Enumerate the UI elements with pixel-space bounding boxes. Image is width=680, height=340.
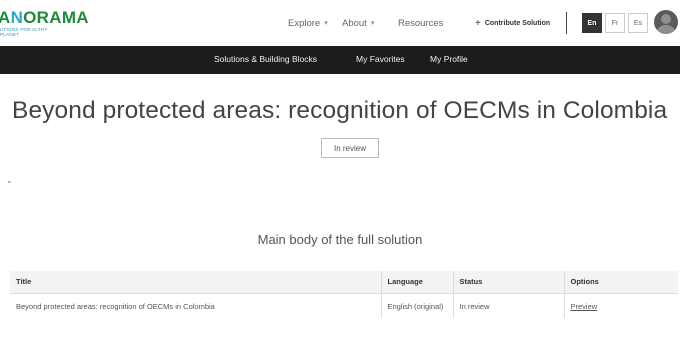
- row-title: Beyond protected areas: recognition of O…: [10, 293, 382, 318]
- panorama-logo[interactable]: ANORAMA UTIONS FOR ALTHY PLANET: [0, 6, 110, 40]
- secondary-nav: Solutions & Building Blocks My Favorites…: [0, 46, 680, 74]
- subnav-profile-link[interactable]: My Profile: [430, 54, 468, 64]
- nav-explore-label: Explore: [288, 17, 321, 29]
- language-es-button[interactable]: Es: [628, 13, 648, 33]
- nav-explore[interactable]: Explore ▾: [288, 14, 328, 32]
- versions-table: Title Language Status Options Beyond pro…: [10, 271, 678, 318]
- table-header-row: Title Language Status Options: [10, 271, 678, 294]
- logo-wordmark: ANORAMA: [0, 8, 89, 27]
- language-fr-button[interactable]: Fr: [605, 13, 625, 33]
- logo-subtitle: UTIONS FOR ALTHY PLANET: [0, 27, 48, 37]
- contribute-solution-button[interactable]: + Contribute Solution: [469, 12, 567, 34]
- nav-resources-label: Resources: [398, 17, 444, 29]
- row-options: Preview: [564, 293, 678, 318]
- nav-about-label: About: [342, 17, 367, 29]
- contribute-solution-label: Contribute Solution: [484, 19, 551, 27]
- avatar-head: [661, 14, 671, 24]
- caret-down-icon: ▾: [324, 20, 328, 27]
- row-language: English (original): [381, 293, 454, 318]
- language-en-button[interactable]: En: [582, 13, 602, 33]
- small-mark: ": [8, 180, 11, 189]
- column-header-title: Title: [10, 271, 382, 294]
- page-title: Beyond protected areas: recognition of O…: [12, 97, 668, 124]
- column-header-language: Language: [381, 271, 454, 294]
- section-heading: Main body of the full solution: [257, 232, 423, 247]
- nav-about[interactable]: About ▾: [342, 14, 374, 32]
- site-header: ANORAMA UTIONS FOR ALTHY PLANET Explore …: [0, 0, 680, 46]
- column-header-options: Options: [564, 271, 678, 294]
- avatar-body: [657, 25, 675, 34]
- subnav-solutions-link[interactable]: Solutions & Building Blocks: [214, 54, 317, 64]
- subnav-favorites-link[interactable]: My Favorites: [356, 54, 405, 64]
- caret-down-icon: ▾: [370, 20, 375, 27]
- status-badge: In review: [321, 138, 379, 158]
- user-avatar-icon[interactable]: [654, 10, 678, 34]
- row-status: In review: [453, 293, 565, 318]
- preview-link[interactable]: Preview: [571, 302, 598, 311]
- column-header-status: Status: [453, 271, 565, 294]
- table-row: Beyond protected areas: recognition of O…: [10, 293, 678, 318]
- plus-icon: +: [475, 17, 481, 29]
- nav-resources[interactable]: Resources: [398, 14, 443, 32]
